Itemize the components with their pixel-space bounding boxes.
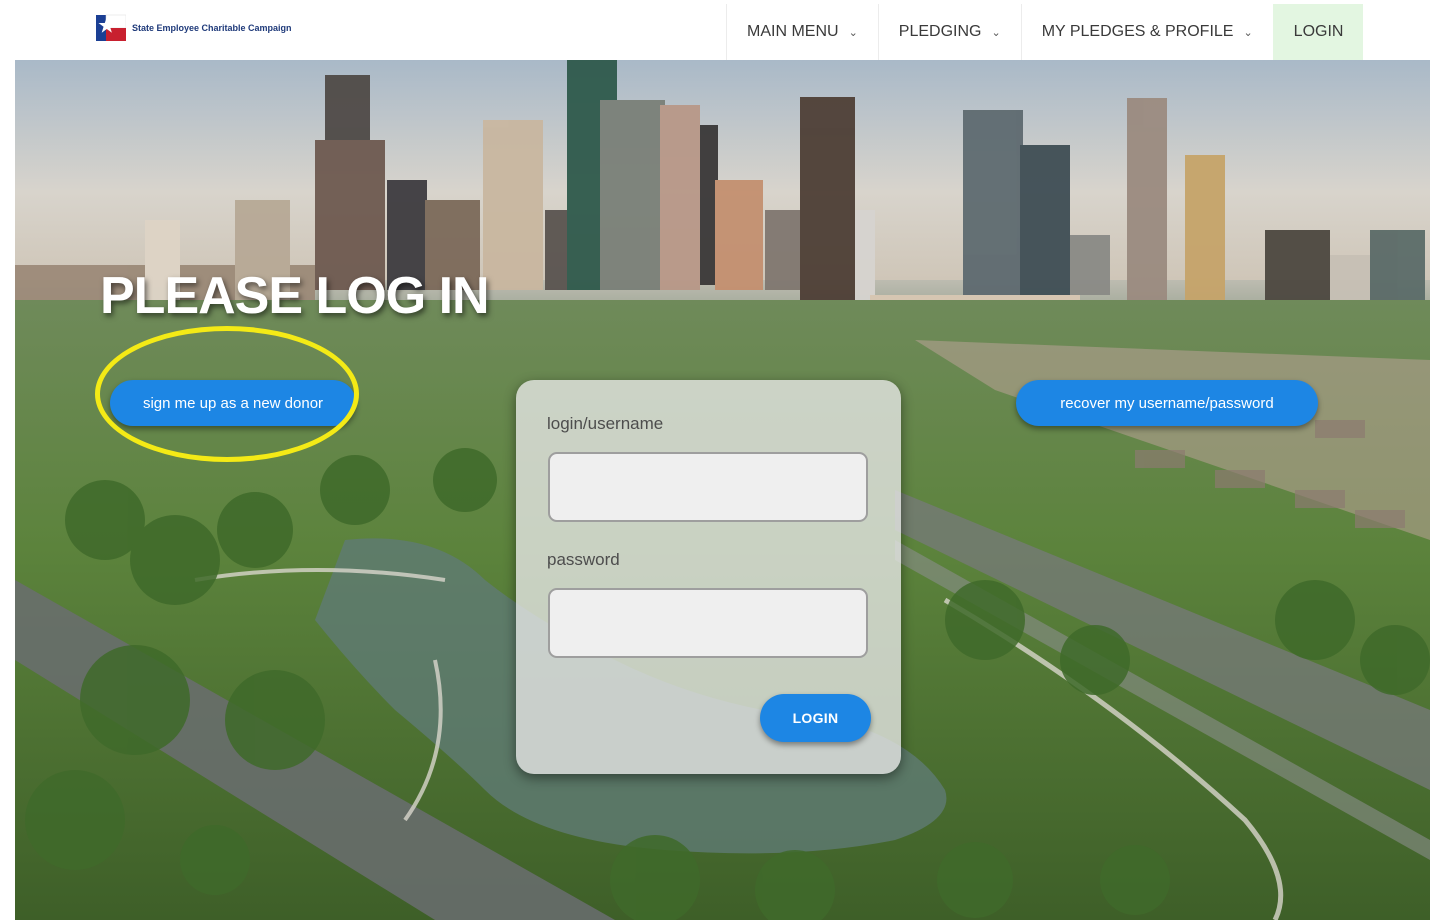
nav-pledging-label: PLEDGING: [898, 23, 982, 40]
nav-login[interactable]: LOGIN: [1272, 4, 1364, 60]
password-label: password: [547, 550, 620, 569]
chevron-down-icon: ⌄: [991, 26, 1001, 39]
chevron-down-icon: ⌄: [1243, 26, 1253, 39]
nav-my-pledges-profile-label: MY PLEDGES & PROFILE: [1041, 23, 1234, 40]
nav-main-menu-label: MAIN MENU: [747, 23, 839, 40]
password-input[interactable]: [548, 588, 868, 658]
login-card: login/username password LOGIN: [516, 380, 901, 774]
signup-new-donor-button[interactable]: sign me up as a new donor: [110, 380, 356, 426]
main-nav: MAIN MENU ⌄ PLEDGING ⌄ MY PLEDGES & PROF…: [726, 4, 1364, 60]
nav-main-menu[interactable]: MAIN MENU ⌄: [726, 4, 878, 60]
hero-section: PLEASE LOG IN sign me up as a new donor …: [15, 60, 1430, 920]
nav-login-label: LOGIN: [1293, 23, 1344, 40]
chevron-down-icon: ⌄: [848, 26, 858, 39]
recover-credentials-button[interactable]: recover my username/password: [1016, 380, 1318, 426]
nav-pledging[interactable]: PLEDGING ⌄: [877, 4, 1021, 60]
site-logo[interactable]: State Employee Charitable Campaign: [96, 12, 292, 44]
username-input[interactable]: [548, 452, 868, 522]
username-label: login/username: [547, 414, 664, 433]
texas-flag-logo-icon: [96, 14, 126, 41]
page-title: PLEASE LOG IN: [100, 267, 490, 325]
page: State Employee Charitable Campaign MAIN …: [0, 0, 1442, 920]
nav-my-pledges-profile[interactable]: MY PLEDGES & PROFILE ⌄: [1020, 4, 1273, 60]
site-header: State Employee Charitable Campaign MAIN …: [0, 0, 1442, 60]
login-submit-button[interactable]: LOGIN: [760, 694, 871, 742]
logo-text: State Employee Charitable Campaign: [132, 23, 292, 33]
